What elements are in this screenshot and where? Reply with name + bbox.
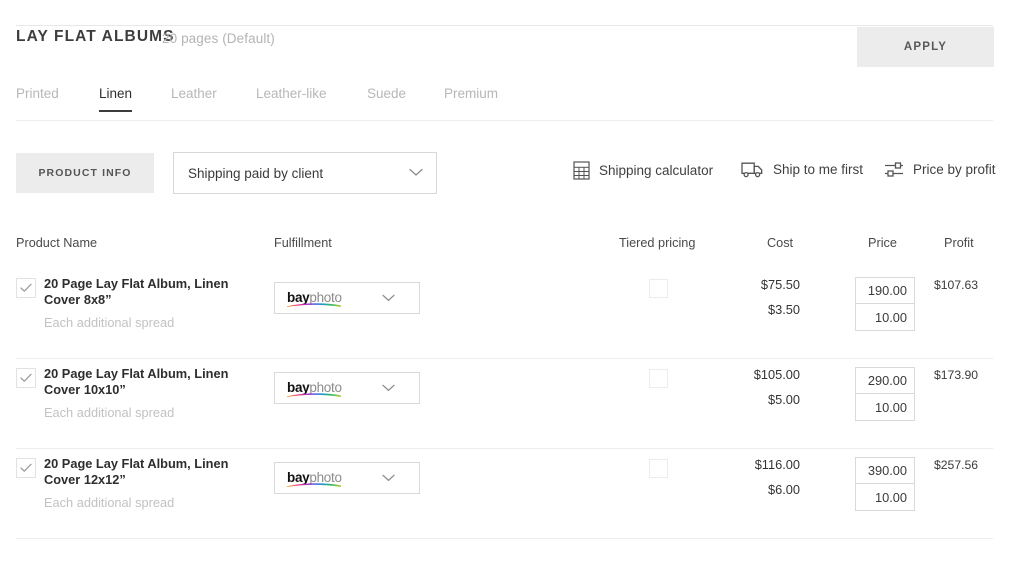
fulfillment-select[interactable]: bayphoto xyxy=(274,282,420,314)
column-header-price: Price xyxy=(868,236,897,250)
bayphoto-logo: bayphoto xyxy=(287,289,342,307)
toolbar-action-shipping-calculator[interactable]: Shipping calculator xyxy=(573,161,713,180)
price-additional-input[interactable] xyxy=(856,394,914,420)
cost-additional-value: $5.00 xyxy=(767,392,800,407)
price-inputs xyxy=(855,457,915,511)
page-title: LAY FLAT ALBUMS xyxy=(16,28,175,45)
chevron-down-icon xyxy=(382,469,395,487)
toolbar-action-label: Price by profit xyxy=(913,162,996,177)
toolbar: PRODUCT INFO Shipping paid by client Shi… xyxy=(0,152,1024,195)
row-select-checkbox[interactable] xyxy=(16,278,36,298)
product-sub-label: Each additional spread xyxy=(44,495,175,510)
tab-printed[interactable]: Printed xyxy=(16,86,59,110)
column-header-product-name: Product Name xyxy=(16,236,98,250)
calculator-grid-icon xyxy=(573,161,590,180)
price-additional-input[interactable] xyxy=(856,304,914,330)
price-inputs xyxy=(855,367,915,421)
cost-value: $116.00 xyxy=(754,457,800,472)
profit-value: $107.63 xyxy=(934,278,979,292)
bayphoto-logo: bayphoto xyxy=(287,379,342,397)
cost-value: $75.50 xyxy=(760,277,800,292)
price-inputs xyxy=(855,277,915,331)
price-input[interactable] xyxy=(856,368,914,394)
table-row: 20 Page Lay Flat Album, Linen Cover 12x1… xyxy=(0,449,1024,539)
column-header-profit: Profit xyxy=(944,236,974,250)
price-input[interactable] xyxy=(856,278,914,304)
table-bottom-divider xyxy=(16,538,993,539)
tiered-pricing-checkbox[interactable] xyxy=(649,279,668,298)
cost-additional-value: $3.50 xyxy=(767,302,800,317)
product-name: 20 Page Lay Flat Album, Linen Cover 10x1… xyxy=(44,366,229,397)
product-name: 20 Page Lay Flat Album, Linen Cover 12x1… xyxy=(44,456,229,487)
price-additional-input[interactable] xyxy=(856,484,914,510)
chevron-down-icon xyxy=(409,164,423,182)
tiered-pricing-checkbox[interactable] xyxy=(649,459,668,478)
row-select-checkbox[interactable] xyxy=(16,368,36,388)
tab-premium[interactable]: Premium xyxy=(444,86,498,110)
cost-value: $105.00 xyxy=(753,367,800,382)
material-tabs: Printed Linen Leather Leather-like Suede Prem… xyxy=(0,86,1024,121)
tabs-divider xyxy=(16,120,993,121)
price-input[interactable] xyxy=(856,458,914,484)
shipping-select-value: Shipping paid by client xyxy=(188,165,324,181)
column-header-fulfillment: Fulfillment xyxy=(274,236,332,250)
tab-linen[interactable]: Linen xyxy=(99,86,133,112)
toolbar-action-label: Ship to me first xyxy=(773,162,864,177)
toolbar-action-label: Shipping calculator xyxy=(599,163,714,178)
fulfillment-select[interactable]: bayphoto xyxy=(274,372,420,404)
product-sub-label: Each additional spread xyxy=(44,405,175,420)
toolbar-action-price-by-profit[interactable]: Price by profit xyxy=(884,161,996,178)
cost-additional-value: $6.00 xyxy=(767,482,800,497)
table-header-divider xyxy=(16,25,993,26)
tab-leather-like[interactable]: Leather-like xyxy=(256,86,327,110)
apply-button[interactable]: APPLY xyxy=(857,27,994,67)
fulfillment-select[interactable]: bayphoto xyxy=(274,462,420,494)
product-sub-label: Each additional spread xyxy=(44,315,175,330)
row-select-checkbox[interactable] xyxy=(16,458,36,478)
profit-value: $173.90 xyxy=(934,368,979,382)
tab-suede[interactable]: Suede xyxy=(367,86,406,110)
table-row: 20 Page Lay Flat Album, Linen Cover 8x8”… xyxy=(0,269,1024,359)
tiered-pricing-checkbox[interactable] xyxy=(649,369,668,388)
page-header: LAY FLAT ALBUMS 20 pages (Default) APPLY xyxy=(0,0,1024,78)
profit-value: $257.56 xyxy=(934,458,979,472)
shipping-paid-by-select[interactable]: Shipping paid by client xyxy=(173,152,437,194)
tab-leather[interactable]: Leather xyxy=(171,86,217,110)
chevron-down-icon xyxy=(382,289,395,307)
truck-icon xyxy=(741,161,764,178)
column-header-cost: Cost xyxy=(767,236,794,250)
chevron-down-icon xyxy=(382,379,395,397)
column-header-tiered-pricing: Tiered pricing xyxy=(619,236,696,250)
sliders-icon xyxy=(884,161,904,178)
pricing-page: LAY FLAT ALBUMS 20 pages (Default) APPLY… xyxy=(0,0,1024,575)
product-info-button[interactable]: PRODUCT INFO xyxy=(16,153,154,193)
table-row: 20 Page Lay Flat Album, Linen Cover 10x1… xyxy=(0,359,1024,449)
product-name: 20 Page Lay Flat Album, Linen Cover 8x8” xyxy=(44,276,229,307)
bayphoto-logo: bayphoto xyxy=(287,469,342,487)
page-subtitle: 20 pages (Default) xyxy=(162,31,275,46)
toolbar-action-ship-to-me-first[interactable]: Ship to me first xyxy=(741,161,863,178)
